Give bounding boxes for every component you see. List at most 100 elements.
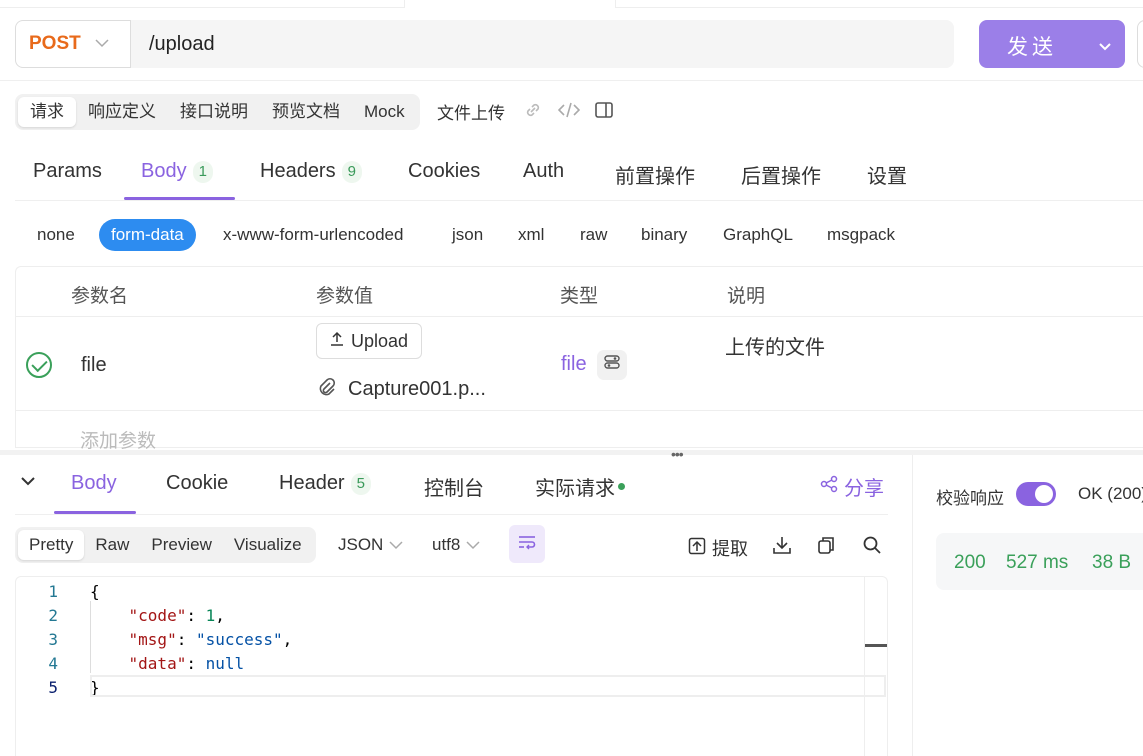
word-wrap-icon[interactable] — [509, 525, 545, 563]
tab-settings[interactable]: 设置 — [867, 160, 907, 189]
copy-icon[interactable] — [816, 535, 836, 560]
body-type-binary[interactable]: binary — [641, 225, 687, 245]
body-type-msgpack[interactable]: msgpack — [827, 225, 895, 245]
body-type-json[interactable]: json — [452, 225, 483, 245]
body-type-urlencoded[interactable]: x-www-form-urlencoded — [223, 225, 403, 245]
column-header-type: 类型 — [560, 286, 599, 307]
header-count-badge: 5 — [350, 472, 371, 495]
column-header-name: 参数名 — [71, 286, 129, 307]
api-name: 文件上传 — [437, 104, 505, 123]
vertical-divider — [912, 455, 913, 756]
type-settings-icon[interactable] — [597, 350, 627, 380]
format-visualize[interactable]: Visualize — [223, 530, 313, 560]
method-select[interactable]: POST — [15, 20, 131, 68]
line-number: 5 — [48, 678, 58, 697]
extra-button[interactable] — [1137, 20, 1143, 68]
body-type-form-data[interactable]: form-data — [99, 219, 196, 251]
share-button[interactable]: 分享 — [820, 472, 884, 501]
format-tabs: Pretty Raw Preview Visualize — [15, 527, 316, 563]
format-pretty[interactable]: Pretty — [18, 530, 85, 560]
tab-headers[interactable]: Headers 9 — [260, 160, 362, 183]
url-input[interactable]: /upload — [131, 20, 954, 68]
response-tab-actual-request[interactable]: 实际请求 — [535, 472, 625, 501]
chevron-down-icon — [466, 535, 480, 555]
param-type[interactable]: file — [561, 353, 587, 376]
code-icon[interactable] — [557, 100, 581, 125]
headers-count-badge: 9 — [341, 160, 362, 183]
tab-pre-ops[interactable]: 前置操作 — [615, 160, 695, 189]
upload-icon — [329, 331, 345, 352]
panel-splitter[interactable] — [0, 450, 1143, 455]
search-icon[interactable] — [862, 535, 882, 560]
extract-icon — [688, 537, 706, 560]
tab-headers-label: Headers — [260, 160, 336, 182]
response-tab-body[interactable]: Body — [71, 472, 117, 495]
response-size: 38 B — [1092, 552, 1132, 573]
attached-file[interactable]: Capture001.p... — [318, 377, 486, 402]
response-status-text: OK (200) — [1078, 484, 1143, 503]
response-tab-console[interactable]: 控制台 — [424, 472, 484, 501]
body-type-none[interactable]: none — [37, 225, 75, 245]
panel-toggle-icon[interactable] — [594, 100, 614, 125]
share-icon — [820, 475, 838, 499]
line-number: 3 — [48, 630, 58, 649]
collapse-chevron-icon[interactable] — [20, 474, 36, 492]
response-code-editor[interactable]: 1 2 3 4 5 { "code": 1, "msg": "success",… — [15, 576, 888, 756]
line-number: 4 — [48, 654, 58, 673]
column-header-value: 参数值 — [316, 286, 374, 307]
tab-api-doc[interactable]: 接口说明 — [168, 97, 260, 127]
line-number: 1 — [48, 582, 58, 601]
response-time: 527 ms — [1006, 552, 1069, 573]
chevron-down-icon — [95, 35, 109, 53]
tab-request[interactable]: 请求 — [18, 97, 76, 127]
extract-button[interactable]: 提取 — [688, 535, 748, 561]
drag-handle-icon[interactable]: ••• — [671, 446, 684, 462]
param-name[interactable]: file — [81, 354, 107, 377]
active-top-tab[interactable] — [404, 0, 616, 8]
body-type-xml[interactable]: xml — [518, 225, 544, 245]
tab-params[interactable]: Params — [33, 160, 102, 183]
chevron-down-icon[interactable] — [1099, 34, 1111, 58]
tab-post-ops[interactable]: 后置操作 — [741, 160, 821, 189]
verify-response-label: 校验响应 — [936, 489, 1004, 508]
divider — [0, 80, 1143, 81]
response-tab-header-label: Header — [279, 472, 345, 494]
file-name: Capture001.p... — [348, 378, 486, 400]
divider — [15, 514, 888, 515]
tab-auth[interactable]: Auth — [523, 160, 564, 183]
format-raw[interactable]: Raw — [84, 530, 140, 560]
format-preview[interactable]: Preview — [140, 530, 222, 560]
actual-request-label: 实际请求 — [535, 478, 615, 500]
body-type-raw[interactable]: raw — [580, 225, 607, 245]
line-number: 2 — [48, 606, 58, 625]
method-label: POST — [29, 33, 81, 54]
link-icon[interactable] — [523, 100, 543, 125]
status-code: 200 — [954, 552, 986, 573]
tab-preview-doc[interactable]: 预览文档 — [260, 97, 352, 127]
verify-response-toggle[interactable] — [1016, 482, 1056, 506]
column-header-description: 说明 — [727, 286, 766, 307]
code-line: "code": 1, — [128, 606, 225, 625]
response-tab-header[interactable]: Header 5 — [279, 472, 371, 495]
send-button[interactable]: 发送 — [979, 20, 1125, 68]
upload-label: Upload — [351, 330, 409, 351]
response-tab-cookie[interactable]: Cookie — [166, 472, 228, 495]
tab-cookies[interactable]: Cookies — [408, 160, 480, 183]
tab-body[interactable]: Body 1 — [141, 160, 213, 183]
code-line: "msg": "success", — [128, 630, 293, 649]
download-icon[interactable] — [772, 535, 792, 560]
row-enabled-checkbox[interactable] — [26, 352, 52, 378]
format-type-select[interactable]: JSON — [338, 535, 403, 555]
row-divider — [16, 316, 1143, 317]
paperclip-icon — [318, 377, 336, 402]
tab-response-definition[interactable]: 响应定义 — [76, 97, 168, 127]
scrollbar-marker — [865, 644, 887, 647]
tab-mock[interactable]: Mock — [352, 97, 417, 127]
body-type-graphql[interactable]: GraphQL — [723, 225, 793, 245]
add-param-input[interactable]: 添加参数 — [80, 426, 156, 453]
param-description[interactable]: 上传的文件 — [725, 331, 825, 360]
scrollbar-track[interactable] — [864, 577, 865, 756]
upload-button[interactable]: Upload — [316, 323, 422, 359]
indent-guide — [90, 601, 91, 673]
encoding-select[interactable]: utf8 — [432, 535, 480, 555]
